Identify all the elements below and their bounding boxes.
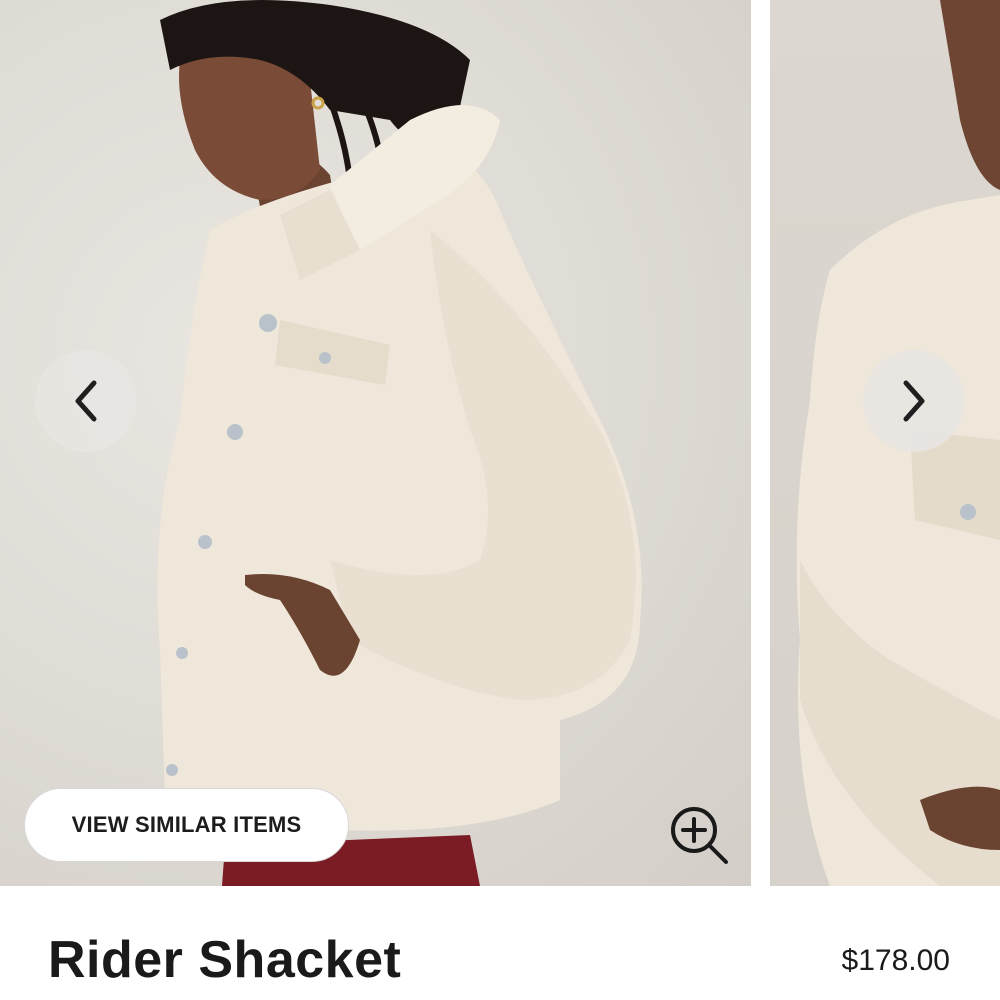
product-title: Rider Shacket	[48, 931, 402, 989]
chevron-right-icon	[903, 380, 925, 422]
chevron-left-icon	[75, 380, 97, 422]
product-price: $178.00	[841, 944, 950, 977]
next-image-button[interactable]	[863, 350, 965, 452]
zoom-in-icon	[671, 807, 728, 864]
product-image-gallery[interactable]: VIEW SIMILAR ITEMS	[0, 0, 1000, 886]
previous-image-button[interactable]	[35, 350, 137, 452]
zoom-button[interactable]	[668, 804, 732, 868]
view-similar-items-button[interactable]: VIEW SIMILAR ITEMS	[24, 788, 349, 862]
